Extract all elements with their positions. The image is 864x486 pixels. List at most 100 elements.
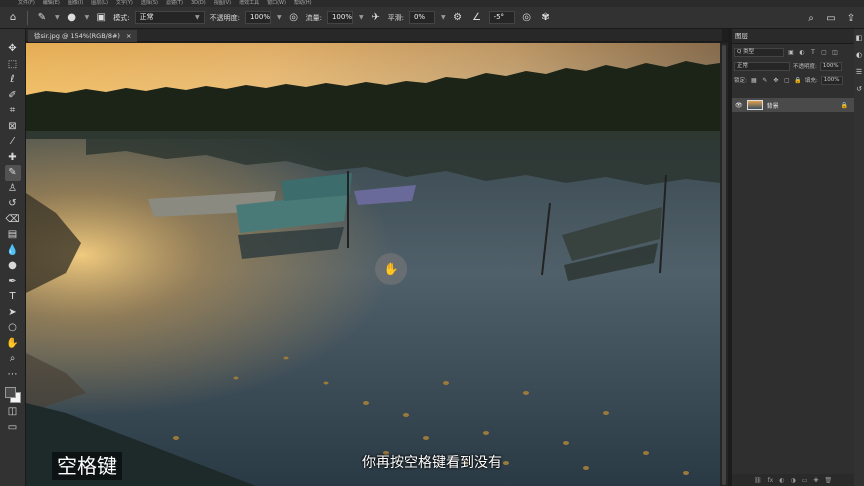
brush-preset-icon[interactable]: ● <box>65 11 79 25</box>
layer-fill-input[interactable]: 100% <box>820 75 843 85</box>
workspace-icon[interactable]: ▭ <box>824 11 838 25</box>
layers-panel-tab[interactable]: 图层 <box>732 29 854 44</box>
airbrush-icon[interactable]: ✈ <box>369 11 383 25</box>
pen-tool-icon[interactable]: ✒ <box>5 274 21 290</box>
lock-artboard-icon[interactable]: ▢ <box>783 77 791 84</box>
lock-paint-icon[interactable]: ✎ <box>761 77 769 84</box>
menu-item[interactable]: 选择(S) <box>141 0 158 7</box>
mode-select[interactable]: 正常 ▼ <box>134 11 205 24</box>
brush-tool-icon[interactable]: ✎ <box>35 11 49 25</box>
quick-select-tool-icon[interactable]: ✐ <box>5 88 21 104</box>
adjustments-icon[interactable]: ◐ <box>856 51 862 59</box>
history-icon[interactable]: ↺ <box>856 85 862 93</box>
menu-item[interactable]: 文件(F) <box>18 0 35 7</box>
quick-mask-icon[interactable]: ◫ <box>5 404 21 420</box>
document-canvas[interactable] <box>26 43 720 486</box>
lock-row: 锁定: ▦ ✎ ✥ ▢ 🔒 填充: 100% <box>732 74 854 86</box>
lock-position-icon[interactable]: ✥ <box>772 77 780 84</box>
lock-icon[interactable]: 🔒 <box>841 102 848 109</box>
menu-item[interactable]: 增效工具 <box>239 0 259 7</box>
crop-tool-icon[interactable]: ⌗ <box>5 103 21 119</box>
adjustment-icon[interactable]: ◑ <box>790 477 795 484</box>
menu-item[interactable]: 滤镜(T) <box>166 0 183 7</box>
scroll-thumb[interactable] <box>722 45 726 485</box>
hand-tool-icon[interactable]: ✋ <box>5 336 21 352</box>
marquee-tool-icon[interactable]: ⬚ <box>5 57 21 73</box>
healing-brush-tool-icon[interactable]: ✚ <box>5 150 21 166</box>
pressure-opacity-icon[interactable]: ◎ <box>287 11 301 25</box>
chevron-down-icon[interactable]: ▼ <box>85 14 90 21</box>
menu-item[interactable]: 图像(I) <box>68 0 83 7</box>
layer-opacity-input[interactable]: 100% <box>819 61 842 71</box>
type-filter-icon[interactable]: T <box>809 49 817 56</box>
properties-icon[interactable]: ☰ <box>856 68 862 76</box>
color-swatches[interactable] <box>4 386 22 404</box>
eye-icon[interactable]: 👁 <box>735 102 743 109</box>
smoothing-label: 平滑: <box>387 13 404 22</box>
fx-icon[interactable]: fx <box>768 477 774 484</box>
link-icon[interactable]: ⛓ <box>754 477 762 484</box>
tools-panel: ✥ ⬚ ℓ ✐ ⌗ ⊠ ⁄ ✚ ✎ ♙ ↺ ⌫ ▤ 💧 ● ✒ T ➤ ○ ✋ … <box>0 29 26 486</box>
flow-input[interactable]: 100% <box>326 11 353 24</box>
screen-mode-icon[interactable]: ▭ <box>5 420 21 436</box>
opacity-input[interactable]: 100% <box>244 11 271 24</box>
lock-all-icon[interactable]: 🔒 <box>794 77 802 84</box>
chevron-down-icon[interactable]: ▼ <box>359 14 364 21</box>
chevron-down-icon[interactable]: ▼ <box>441 14 446 21</box>
symmetry-icon[interactable]: ✾ <box>539 11 553 25</box>
shape-tool-icon[interactable]: ○ <box>5 320 21 336</box>
history-brush-tool-icon[interactable]: ↺ <box>5 196 21 212</box>
adjustment-filter-icon[interactable]: ◐ <box>798 49 806 56</box>
move-tool-icon[interactable]: ✥ <box>5 41 21 57</box>
pixel-filter-icon[interactable]: ▣ <box>787 49 795 56</box>
menu-item[interactable]: 3D(D) <box>191 0 206 7</box>
foreground-color-swatch[interactable] <box>4 387 16 398</box>
menu-item[interactable]: 文字(Y) <box>116 0 133 7</box>
smoothing-input[interactable]: 0% <box>408 11 435 24</box>
gradient-tool-icon[interactable]: ▤ <box>5 227 21 243</box>
menu-item[interactable]: 编辑(E) <box>43 0 60 7</box>
brush-settings-icon[interactable]: ▣ <box>94 11 108 25</box>
eyedropper-tool-icon[interactable]: ⁄ <box>5 134 21 150</box>
mask-icon[interactable]: ◐ <box>779 477 784 484</box>
new-layer-icon[interactable]: ✚ <box>813 477 818 484</box>
smart-object-filter-icon[interactable]: ◫ <box>831 49 839 56</box>
home-icon[interactable]: ⌂ <box>6 11 20 25</box>
lock-pixels-icon[interactable]: ▦ <box>750 77 758 84</box>
menu-item[interactable]: 帮助(H) <box>294 0 312 7</box>
folder-icon[interactable]: ▭ <box>802 477 808 484</box>
eraser-tool-icon[interactable]: ⌫ <box>5 212 21 228</box>
layer-filter-select[interactable]: Q 类型 <box>734 47 784 57</box>
shape-filter-icon[interactable]: ▢ <box>820 49 828 56</box>
layers-icon[interactable]: ◧ <box>856 34 863 42</box>
layer-row-background[interactable]: 👁 背景 🔒 <box>732 98 854 112</box>
pressure-size-icon[interactable]: ◎ <box>520 11 534 25</box>
gear-icon[interactable]: ⚙ <box>451 11 465 25</box>
document-tab-title: 徐sir.jpg @ 154%(RGB/8#) <box>34 32 120 40</box>
type-tool-icon[interactable]: T <box>5 289 21 305</box>
menu-item[interactable]: 视图(V) <box>214 0 231 7</box>
share-icon[interactable]: ⇪ <box>844 11 858 25</box>
blend-mode-select[interactable]: 正常 <box>734 61 790 71</box>
chevron-down-icon[interactable]: ▼ <box>277 14 282 21</box>
menu-item[interactable]: 图层(L) <box>91 0 108 7</box>
more-tools-icon[interactable]: ⋯ <box>5 367 21 383</box>
menu-item[interactable]: 窗口(W) <box>267 0 286 7</box>
lasso-tool-icon[interactable]: ℓ <box>5 72 21 88</box>
angle-input[interactable]: -5° <box>488 11 515 24</box>
zoom-tool-icon[interactable]: ⌕ <box>5 351 21 367</box>
fill-label: 填充: <box>804 78 818 84</box>
path-select-tool-icon[interactable]: ➤ <box>5 305 21 321</box>
document-tab[interactable]: 徐sir.jpg @ 154%(RGB/8#) × <box>28 30 138 42</box>
vertical-scrollbar[interactable] <box>720 43 728 486</box>
search-icon[interactable]: ⌕ <box>804 11 818 25</box>
frame-tool-icon[interactable]: ⊠ <box>5 119 21 135</box>
close-icon[interactable]: × <box>126 30 131 42</box>
trash-icon[interactable]: 🗑 <box>824 477 832 484</box>
flow-label: 流量: <box>305 13 322 22</box>
dodge-tool-icon[interactable]: ● <box>5 258 21 274</box>
brush-tool-icon[interactable]: ✎ <box>4 165 21 181</box>
blur-tool-icon[interactable]: 💧 <box>5 243 21 259</box>
chevron-down-icon[interactable]: ▼ <box>55 14 60 21</box>
clone-stamp-tool-icon[interactable]: ♙ <box>5 181 21 197</box>
